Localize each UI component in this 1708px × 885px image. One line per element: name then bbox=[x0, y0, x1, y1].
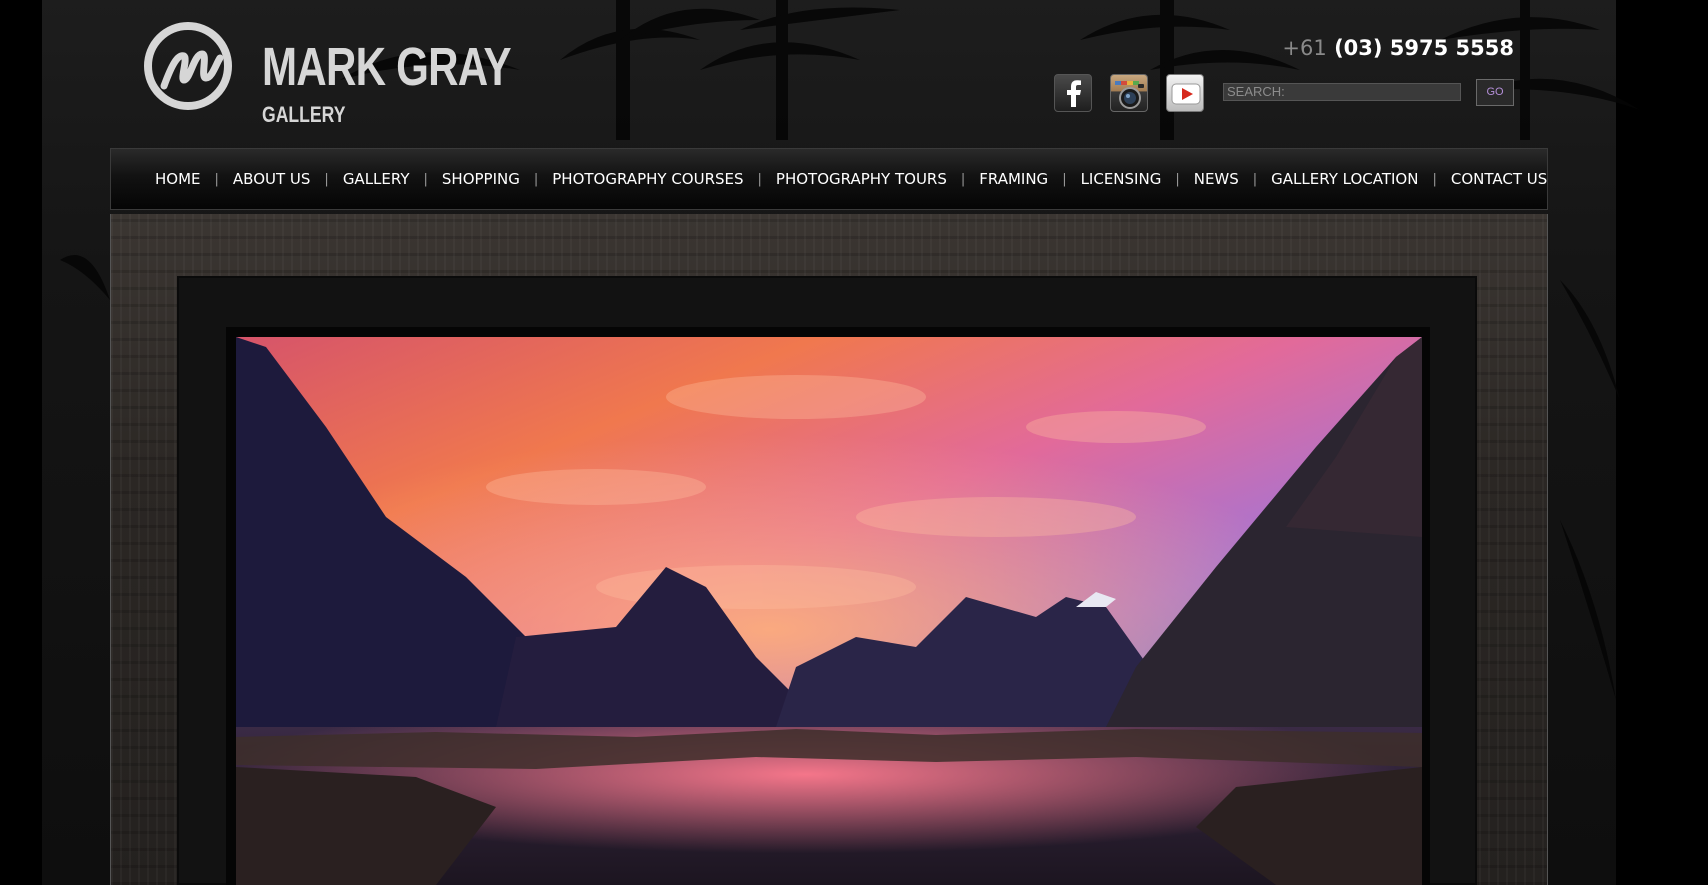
main-nav: HOME | ABOUT US | GALLERY | SHOPPING | PHOTO… bbox=[110, 148, 1548, 210]
nav-item-photography-courses[interactable]: PHOTOGRAPHY COURSES bbox=[552, 170, 743, 188]
logo-subtitle: GALLERY bbox=[262, 102, 346, 127]
phone-prefix: +61 bbox=[1282, 36, 1327, 60]
phone-number: +61 (03) 5975 5558 bbox=[1282, 36, 1514, 60]
hero-photo[interactable] bbox=[236, 337, 1422, 885]
nav-item-gallery-location[interactable]: GALLERY LOCATION bbox=[1271, 170, 1418, 188]
logo-name: MARK GRAY bbox=[262, 37, 512, 97]
search-input[interactable] bbox=[1223, 83, 1461, 101]
nav-item-photography-tours[interactable]: PHOTOGRAPHY TOURS bbox=[776, 170, 947, 188]
nav-separator: | bbox=[324, 171, 329, 187]
nav-item-about-us[interactable]: ABOUT US bbox=[233, 170, 311, 188]
nav-separator: | bbox=[1175, 171, 1180, 187]
nav-separator: | bbox=[533, 171, 539, 187]
nav-separator: | bbox=[214, 171, 219, 187]
nav-item-home[interactable]: HOME bbox=[155, 170, 201, 188]
logo-monogram-icon bbox=[144, 22, 232, 110]
nav-item-shopping[interactable]: SHOPPING bbox=[442, 170, 520, 188]
nav-item-contact-us[interactable]: CONTACT US bbox=[1451, 170, 1547, 188]
nav-item-gallery[interactable]: GALLERY bbox=[343, 170, 410, 188]
nav-separator: | bbox=[423, 171, 428, 187]
nav-item-news[interactable]: NEWS bbox=[1194, 170, 1239, 188]
nav-separator: | bbox=[1432, 171, 1437, 187]
nav-separator: | bbox=[757, 171, 762, 187]
nav-item-framing[interactable]: FRAMING bbox=[979, 170, 1048, 188]
youtube-icon[interactable] bbox=[1166, 74, 1204, 112]
gallery-logo[interactable]: MARK GRAY GALLERY bbox=[142, 20, 512, 126]
instagram-icon[interactable] bbox=[1110, 74, 1148, 112]
nav-separator: | bbox=[960, 171, 966, 187]
nav-separator: | bbox=[1252, 171, 1258, 187]
phone-digits: (03) 5975 5558 bbox=[1334, 36, 1514, 60]
facebook-icon[interactable] bbox=[1054, 74, 1092, 112]
nav-separator: | bbox=[1062, 171, 1067, 187]
nav-item-licensing[interactable]: LICENSING bbox=[1081, 170, 1162, 188]
search-go-button[interactable]: GO bbox=[1476, 79, 1514, 106]
